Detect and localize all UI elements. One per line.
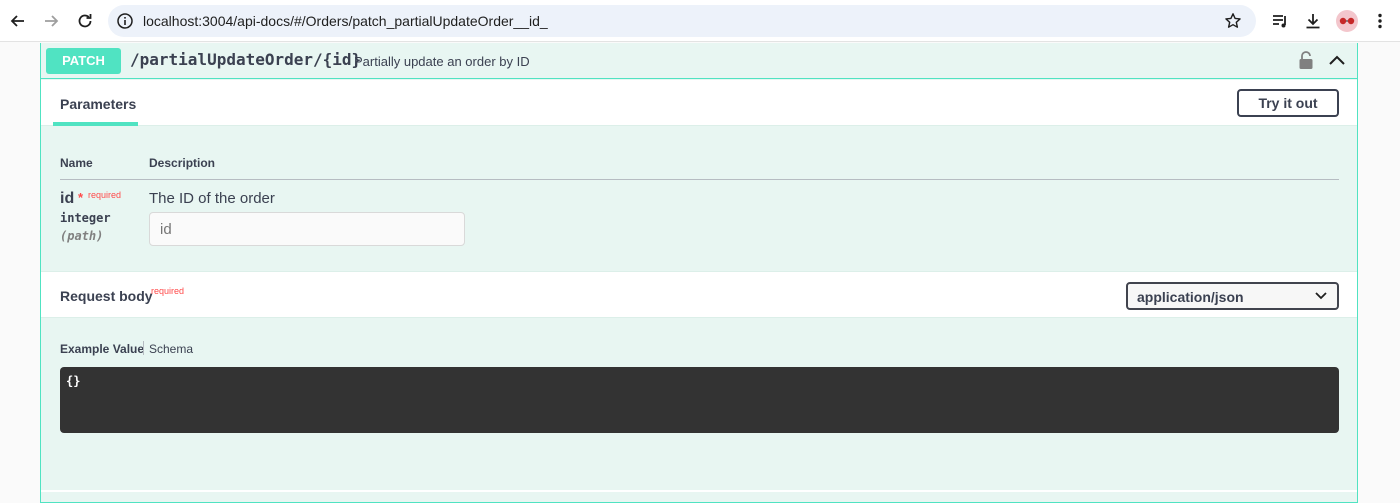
lock-icon[interactable] [1298, 50, 1314, 70]
operation-path: /partialUpdateOrder/{id} [130, 50, 362, 69]
parameter-name: id [60, 190, 75, 207]
reload-icon [78, 14, 92, 28]
media-control-button[interactable] [1268, 9, 1292, 33]
parameter-required-label: required [88, 190, 122, 200]
column-header-description: Description [149, 156, 216, 170]
tab-divider [143, 341, 144, 355]
more-vert-icon [1378, 13, 1382, 29]
tab-parameters[interactable]: Parameters [53, 80, 138, 126]
request-body-required-label: required [151, 286, 185, 296]
method-badge: PATCH [46, 48, 121, 74]
bookmark-star-icon[interactable] [1224, 12, 1242, 30]
content-type-select[interactable]: application/json [1126, 282, 1339, 310]
browser-menu-button[interactable] [1368, 9, 1392, 33]
id-parameter-input[interactable] [149, 212, 465, 246]
browser-toolbar: localhost:3004/api-docs/#/Orders/patch_p… [0, 0, 1400, 42]
parameter-location: (path) [60, 229, 104, 243]
forward-button[interactable] [39, 9, 63, 33]
url-text[interactable]: localhost:3004/api-docs/#/Orders/patch_p… [143, 13, 548, 29]
parameters-header: Parameters Try it out [41, 80, 1357, 126]
queue-music-icon [1273, 15, 1286, 28]
download-icon [1306, 14, 1320, 29]
tab-example-value[interactable]: Example Value [60, 342, 144, 356]
operation-block: PATCH /partialUpdateOrder/{id} Partially… [40, 43, 1358, 503]
address-bar[interactable]: localhost:3004/api-docs/#/Orders/patch_p… [108, 5, 1256, 37]
parameter-type: integer [60, 211, 111, 225]
back-button[interactable] [6, 9, 30, 33]
request-body-header: Request body required application/json [41, 271, 1357, 318]
section-divider [41, 490, 1357, 492]
tab-parameters-label: Parameters [60, 96, 137, 112]
arrow-left-icon [10, 15, 24, 27]
info-icon[interactable] [116, 12, 134, 30]
example-code: {} [66, 374, 81, 388]
try-it-out-button[interactable]: Try it out [1237, 89, 1339, 117]
column-header-name: Name [60, 156, 93, 170]
example-value-code-block: {} [60, 367, 1339, 433]
chevron-up-icon[interactable] [1327, 52, 1347, 68]
table-header-divider [60, 179, 1339, 180]
profile-avatar[interactable] [1336, 10, 1358, 32]
operation-summary-text: Partially update an order by ID [354, 54, 530, 69]
tab-schema[interactable]: Schema [149, 342, 193, 356]
arrow-right-icon [45, 15, 59, 27]
downloads-button[interactable] [1301, 9, 1325, 33]
avatar-glasses-icon [1339, 17, 1355, 25]
operation-summary[interactable]: PATCH /partialUpdateOrder/{id} Partially… [41, 43, 1357, 79]
required-star: * [78, 190, 84, 205]
reload-button[interactable] [73, 9, 97, 33]
content-type-value: application/json [1137, 289, 1244, 305]
parameter-description: The ID of the order [149, 190, 275, 207]
chevron-down-icon [1315, 292, 1327, 300]
request-body-title: Request body [60, 288, 153, 304]
